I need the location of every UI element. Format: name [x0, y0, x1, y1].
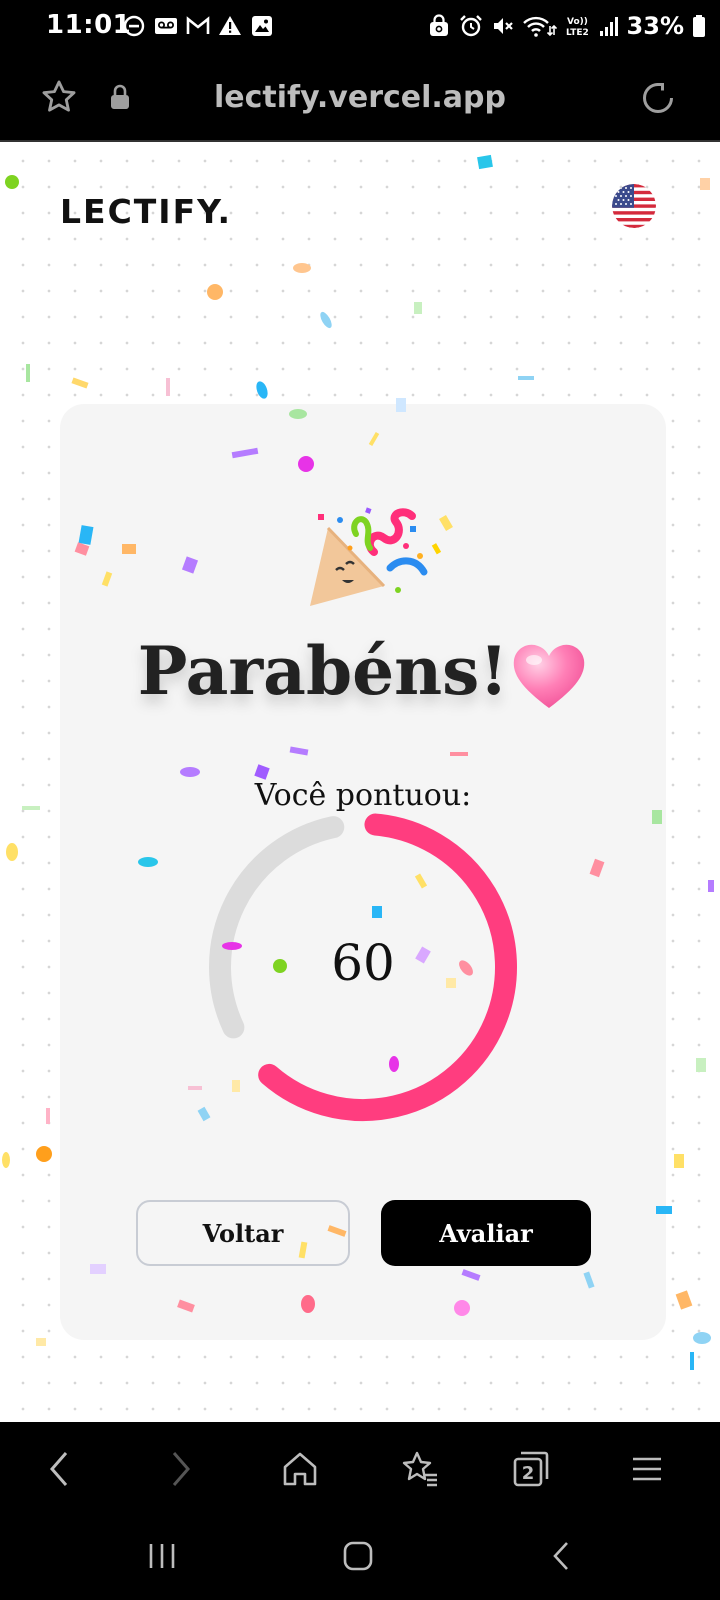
chevron-left-icon — [50, 1452, 68, 1486]
tabs-icon: 2 — [513, 1451, 549, 1487]
title-text: Parabéns! — [137, 632, 509, 710]
system-back-button[interactable] — [540, 1536, 584, 1576]
rate-button[interactable]: Avaliar — [381, 1200, 591, 1266]
back-chevron-icon — [553, 1542, 568, 1570]
web-page: LECTIFY. Parabéns! Você pontuou: 60 Volt… — [0, 142, 720, 1422]
browser-address-bar: lectify.vercel.app — [0, 52, 720, 142]
result-card: Parabéns! Você pontuou: 60 Voltar Avalia… — [60, 404, 666, 1340]
gauge-track — [209, 816, 345, 1039]
mute-icon — [493, 18, 513, 34]
alarm-icon — [459, 15, 482, 37]
menu-button[interactable] — [622, 1444, 672, 1494]
battery-icon — [693, 15, 705, 37]
recent-apps-icon — [149, 1544, 175, 1568]
notification-icons — [122, 14, 274, 38]
bookmarks-star-list-icon — [402, 1451, 437, 1487]
browser-toolbar: 2 — [0, 1422, 720, 1512]
recent-apps-button[interactable] — [140, 1536, 184, 1576]
voicemail-icon — [155, 18, 177, 34]
svg-text:LTE2: LTE2 — [566, 28, 589, 38]
back-nav-button[interactable] — [34, 1444, 84, 1494]
system-navigation-bar — [0, 1512, 720, 1600]
volte-lte2-icon: Vo))LTE2 — [566, 17, 589, 38]
home-icon — [283, 1452, 317, 1486]
gmail-icon — [186, 16, 210, 34]
pink-heart-icon — [513, 644, 585, 708]
tabs-button[interactable]: 2 — [506, 1444, 556, 1494]
home-button[interactable] — [275, 1444, 325, 1494]
us-flag-icon[interactable] — [612, 184, 656, 228]
bookmarks-button[interactable] — [394, 1444, 444, 1494]
party-popper-icon — [310, 507, 442, 606]
signal-icon — [599, 17, 618, 36]
battery-percent: 33% — [626, 12, 684, 40]
system-home-button[interactable] — [336, 1536, 380, 1576]
svg-text:Vo)): Vo)) — [567, 17, 588, 27]
lectify-logo[interactable]: LECTIFY. — [60, 192, 232, 231]
reload-icon[interactable] — [640, 80, 676, 116]
system-icons: Vo)) LTE2 33% — [427, 12, 706, 40]
do-not-disturb-icon — [123, 15, 145, 37]
alert-icon — [219, 16, 241, 35]
image-icon — [252, 16, 272, 36]
url-text[interactable]: lectify.vercel.app — [0, 80, 720, 115]
congratulations-title: Parabéns! — [60, 632, 666, 712]
status-time: 11:01 — [46, 10, 132, 40]
score-value: 60 — [331, 934, 395, 992]
tab-count: 2 — [522, 1463, 535, 1484]
status-bar: 11:01 Vo)) LTE2 33% — [0, 0, 720, 52]
forward-nav-button[interactable] — [156, 1444, 206, 1494]
home-square-icon — [343, 1541, 373, 1571]
hamburger-menu-icon — [633, 1457, 661, 1481]
wifi-icon — [522, 16, 557, 37]
chevron-right-icon — [172, 1452, 190, 1486]
back-button[interactable]: Voltar — [136, 1200, 350, 1266]
secure-folder-icon — [429, 14, 448, 36]
